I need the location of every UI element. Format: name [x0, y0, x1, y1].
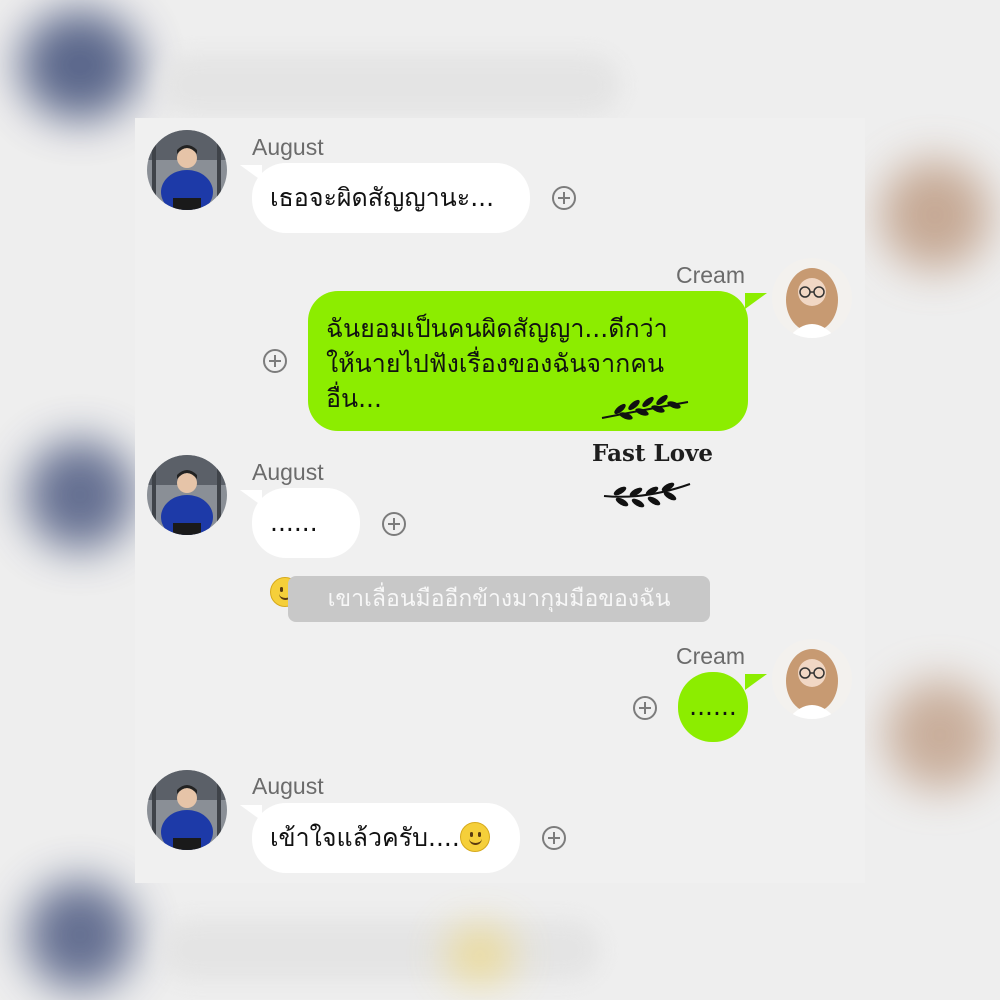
blurred-avatar-right-1 [880, 160, 990, 270]
message-bubble-outgoing[interactable]: ...... [678, 672, 748, 742]
message-text: เธอจะผิดสัญญานะ... [270, 183, 495, 212]
message-bubble-incoming[interactable]: เธอจะผิดสัญญานะ... [252, 163, 530, 233]
add-reaction-icon[interactable] [633, 696, 657, 720]
message-text: เข้าใจแล้วครับ.... [270, 823, 460, 852]
sender-name: August [252, 134, 324, 160]
avatar-august[interactable] [147, 770, 227, 850]
message-text: ...... [689, 692, 737, 721]
blurred-avatar-left-2 [25, 440, 135, 550]
add-reaction-icon[interactable] [382, 512, 406, 536]
avatar-cream[interactable] [772, 258, 852, 338]
leaf-sprig-icon [601, 394, 689, 420]
sender-name: Cream [676, 643, 746, 669]
blurred-avatar-bottom-left [25, 880, 135, 990]
message-bubble-incoming[interactable]: เข้าใจแล้วครับ.... [252, 803, 520, 873]
add-reaction-icon[interactable] [542, 826, 566, 850]
sender-name: August [252, 459, 324, 485]
avatar-august[interactable] [147, 455, 227, 535]
add-reaction-icon[interactable] [552, 186, 576, 210]
narration-banner: เขาเลื่อนมืออีกข้างมากุมมือของฉัน [288, 576, 710, 622]
blurred-emoji-bottom [450, 930, 510, 980]
blurred-avatar-right-2 [885, 680, 995, 790]
avatar-cream[interactable] [772, 639, 852, 719]
leaf-sprig-icon [603, 482, 691, 508]
add-reaction-icon[interactable] [263, 349, 287, 373]
message-bubble-incoming[interactable]: ...... [252, 488, 360, 607]
blurred-avatar-top-left [20, 10, 140, 120]
avatar-august[interactable] [147, 130, 227, 210]
slightly-smiling-face-icon [459, 822, 490, 852]
message-line: ให้นายไปฟังเรื่องของฉันจากคน [326, 349, 665, 378]
bubble-tail [745, 293, 767, 309]
watermark-text: Fast Love [592, 440, 714, 467]
sender-name: August [252, 773, 324, 799]
bubble-tail [745, 674, 767, 690]
blurred-bubble-top [160, 55, 620, 115]
sender-name: Cream [676, 262, 746, 288]
message-line: ฉันยอมเป็นคนผิดสัญญา...ดีกว่า [326, 314, 668, 343]
blurred-bubble-bottom [160, 920, 600, 980]
message-text: ...... [270, 508, 318, 537]
